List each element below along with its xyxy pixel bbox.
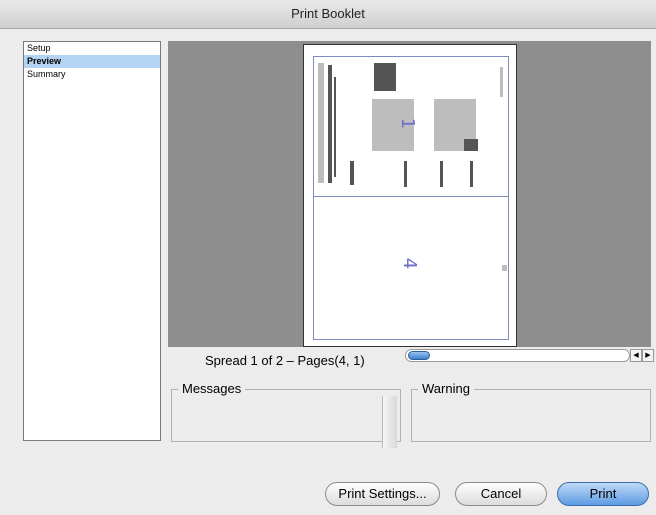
print-button[interactable]: Print	[557, 482, 649, 506]
sidebar-item-setup[interactable]: Setup	[24, 42, 160, 55]
spread-label: Spread 1 of 2 – Pages(4, 1)	[205, 353, 365, 368]
cancel-button[interactable]: Cancel	[455, 482, 547, 506]
content-column	[500, 67, 503, 97]
content-column	[334, 77, 336, 177]
content-column	[470, 161, 473, 187]
spread-slider-thumb[interactable]	[408, 351, 430, 360]
page-thumbnail-bottom: 4	[313, 197, 509, 340]
page-number-bottom: 4	[399, 257, 421, 270]
content-mark	[502, 265, 507, 271]
content-column	[440, 161, 443, 187]
print-booklet-dialog: Print Booklet Setup Preview Summary 1 4 …	[0, 0, 656, 515]
content-column	[318, 63, 324, 183]
sidebar: Setup Preview Summary	[23, 41, 161, 441]
content-block	[464, 139, 478, 151]
sidebar-item-preview[interactable]: Preview	[24, 55, 160, 68]
content-column	[328, 65, 332, 183]
print-settings-button[interactable]: Print Settings...	[325, 482, 440, 506]
previous-spread-button[interactable]: ◀	[630, 349, 642, 362]
messages-group: Messages	[171, 381, 401, 448]
content-block	[374, 63, 396, 91]
messages-scrollbar[interactable]	[382, 396, 397, 448]
preview-area: 1 4	[168, 41, 651, 347]
spread-slider[interactable]	[405, 349, 630, 362]
page-number-top: 1	[397, 117, 419, 130]
page-thumbnail-top: 1	[313, 56, 509, 197]
next-spread-button[interactable]: ▶	[642, 349, 654, 362]
booklet-sheet: 1 4	[303, 44, 517, 347]
content-column	[350, 161, 354, 185]
warning-label: Warning	[418, 381, 474, 396]
content-column	[404, 161, 407, 187]
sidebar-item-summary[interactable]: Summary	[24, 68, 160, 81]
warning-group: Warning	[411, 381, 651, 442]
window-title: Print Booklet	[0, 0, 656, 29]
messages-label: Messages	[178, 381, 246, 396]
